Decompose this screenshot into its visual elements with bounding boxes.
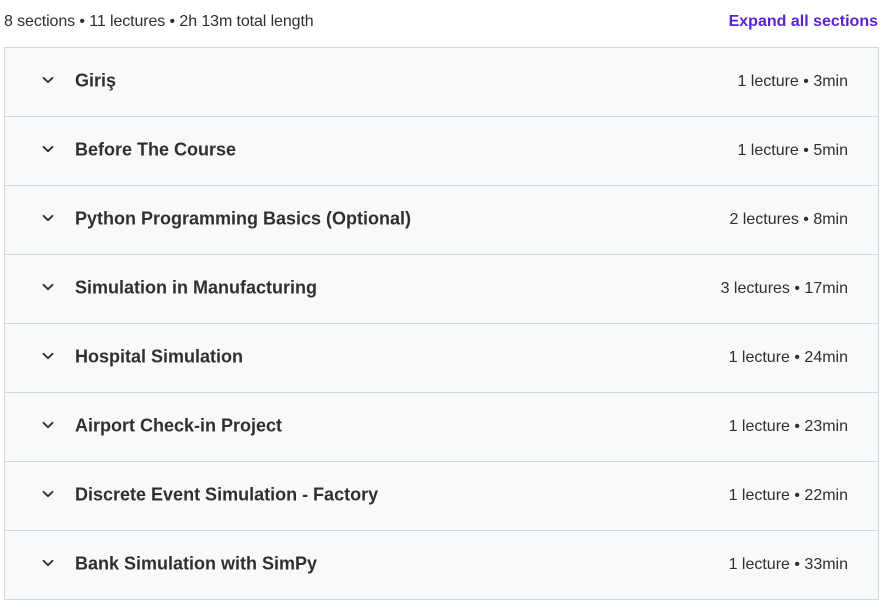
section-title: Simulation in Manufacturing	[75, 277, 317, 298]
section-meta: 2 lectures • 8min	[729, 211, 848, 228]
section-accordion-7[interactable]: Bank Simulation with SimPy 1 lecture • 3…	[5, 531, 878, 599]
curriculum-summary: 8 sections • 11 lectures • 2h 13m total …	[4, 13, 314, 30]
section-title: Discrete Event Simulation - Factory	[75, 484, 379, 505]
section-accordion-3[interactable]: Simulation in Manufacturing 3 lectures •…	[5, 255, 878, 324]
section-meta: 3 lectures • 17min	[720, 280, 848, 297]
chevron-down-icon	[41, 211, 55, 225]
section-title: Before The Course	[75, 139, 237, 160]
section-title: Python Programming Basics (Optional)	[75, 208, 412, 229]
section-list: Giriş 1 lecture • 3min Before The Course…	[4, 47, 879, 600]
chevron-down-icon	[41, 349, 55, 363]
chevron-down-icon	[41, 556, 55, 570]
chevron-down-icon	[41, 418, 55, 432]
section-accordion-6[interactable]: Discrete Event Simulation - Factory 1 le…	[5, 462, 878, 531]
chevron-down-icon	[41, 487, 55, 501]
section-accordion-1[interactable]: Before The Course 1 lecture • 5min	[5, 117, 878, 186]
section-meta: 1 lecture • 3min	[737, 73, 848, 90]
section-title: Hospital Simulation	[75, 346, 244, 367]
expand-all-sections-button[interactable]: Expand all sections	[729, 13, 878, 31]
chevron-down-icon	[41, 280, 55, 294]
section-meta: 1 lecture • 22min	[728, 487, 848, 504]
section-title: Airport Check-in Project	[75, 415, 283, 436]
chevron-down-icon	[41, 73, 55, 87]
section-meta: 1 lecture • 33min	[728, 556, 848, 573]
section-title: Bank Simulation with SimPy	[75, 553, 318, 574]
section-accordion-4[interactable]: Hospital Simulation 1 lecture • 24min	[5, 324, 878, 393]
chevron-down-icon	[41, 142, 55, 156]
curriculum-summary-bar: 8 sections • 11 lectures • 2h 13m total …	[0, 0, 883, 44]
section-accordion-0[interactable]: Giriş 1 lecture • 3min	[5, 48, 878, 117]
section-accordion-5[interactable]: Airport Check-in Project 1 lecture • 23m…	[5, 393, 878, 462]
section-meta: 1 lecture • 23min	[728, 418, 848, 435]
section-meta: 1 lecture • 5min	[737, 142, 848, 159]
section-meta: 1 lecture • 24min	[728, 349, 848, 366]
section-title: Giriş	[75, 70, 117, 91]
section-accordion-2[interactable]: Python Programming Basics (Optional) 2 l…	[5, 186, 878, 255]
